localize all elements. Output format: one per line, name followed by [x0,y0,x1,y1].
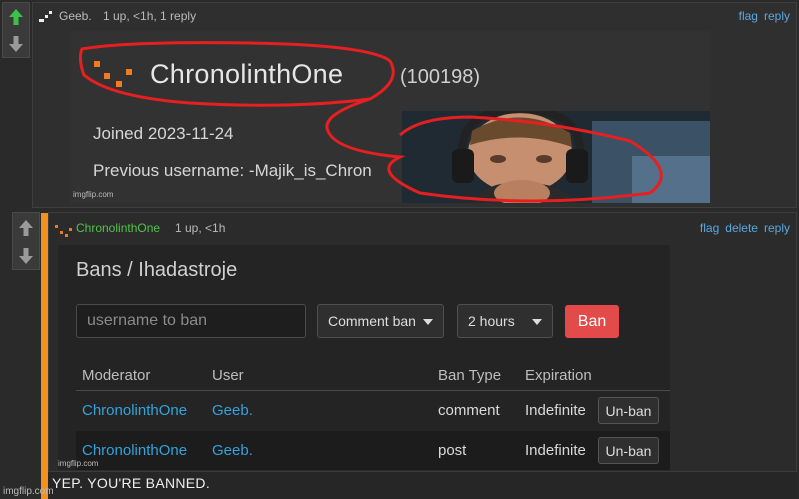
comment-meta: 1 up, <1h [175,221,226,235]
profile-joined: Joined 2023-11-24 [93,124,234,143]
downvote-arrow-icon[interactable] [13,243,39,269]
streamer-photo [402,111,710,203]
avatar[interactable] [39,11,53,23]
ban-panel-screenshot: Bans / Ihadastroje Comment ban 2 hours B… [58,245,670,470]
comment-author[interactable]: Geeb. [59,9,92,23]
delete-link[interactable]: delete [725,221,758,235]
flag-link[interactable]: flag [739,9,758,23]
vote-column [12,212,40,270]
ban-type-cell: post [438,442,467,459]
comment-geeb: Geeb. 1 up, <1h, 1 reply flag reply Chron… [32,2,797,208]
username-to-ban-input[interactable] [76,304,306,338]
ban-duration-value: 2 hours [468,313,515,329]
meme-caption: YEP. YOU'RE BANNED. [52,475,211,491]
comment-meta: 1 up, <1h, 1 reply [103,9,197,23]
column-expiration: Expiration [525,367,592,384]
flag-link[interactable]: flag [700,221,719,235]
expiration-cell: Indefinite [525,442,586,459]
comment-author[interactable]: ChronolinthOne [76,221,160,235]
expiration-cell: Indefinite [525,402,586,419]
reply-thread-bar [41,213,48,499]
column-user: User [212,367,244,384]
upvote-arrow-icon[interactable] [3,4,29,30]
ban-type-value: Comment ban [328,313,416,329]
upvote-arrow-icon[interactable] [13,215,39,241]
unban-button[interactable]: Un-ban [598,437,659,464]
profile-username: ChronolinthOne [150,59,344,89]
vote-column [2,2,30,58]
user-link[interactable]: Geeb. [212,442,253,459]
profile-previous-username: Previous username: -Majik_is_Chron [93,161,372,180]
chevron-down-icon [532,319,542,325]
column-ban-type: Ban Type [438,367,502,384]
avatar[interactable] [55,225,72,237]
reply-link[interactable]: reply [764,221,790,235]
moderator-link[interactable]: ChronolinthOne [82,402,187,419]
chevron-down-icon [423,319,433,325]
table-row: ChronolinthOne Geeb. comment Indefinite … [76,391,670,430]
image-watermark: imgflip.com [73,190,114,199]
ban-panel-title: Bans / Ihadastroje [76,259,238,281]
comment-image: ChronolinthOne (100198) Joined 2023-11-2… [70,31,710,203]
table-row: ChronolinthOne Geeb. post Indefinite Un-… [76,431,670,470]
moderator-link[interactable]: ChronolinthOne [82,442,187,459]
ban-button[interactable]: Ban [565,305,619,338]
downvote-arrow-icon[interactable] [3,31,29,57]
page-watermark: imgflip.com [3,486,54,497]
unban-button[interactable]: Un-ban [598,397,659,424]
reply-link[interactable]: reply [764,9,790,23]
orange-avatar-icon [94,61,134,87]
comment-actions: flag delete reply [694,221,790,235]
column-moderator: Moderator [82,367,151,384]
user-link[interactable]: Geeb. [212,402,253,419]
profile-points: (100198) [400,66,481,88]
ban-type-cell: comment [438,402,500,419]
image-watermark: imgflip.com [58,459,99,468]
comment-actions: flag reply [733,9,790,23]
ban-duration-select[interactable]: 2 hours [457,304,553,338]
ban-type-select[interactable]: Comment ban [317,304,444,338]
